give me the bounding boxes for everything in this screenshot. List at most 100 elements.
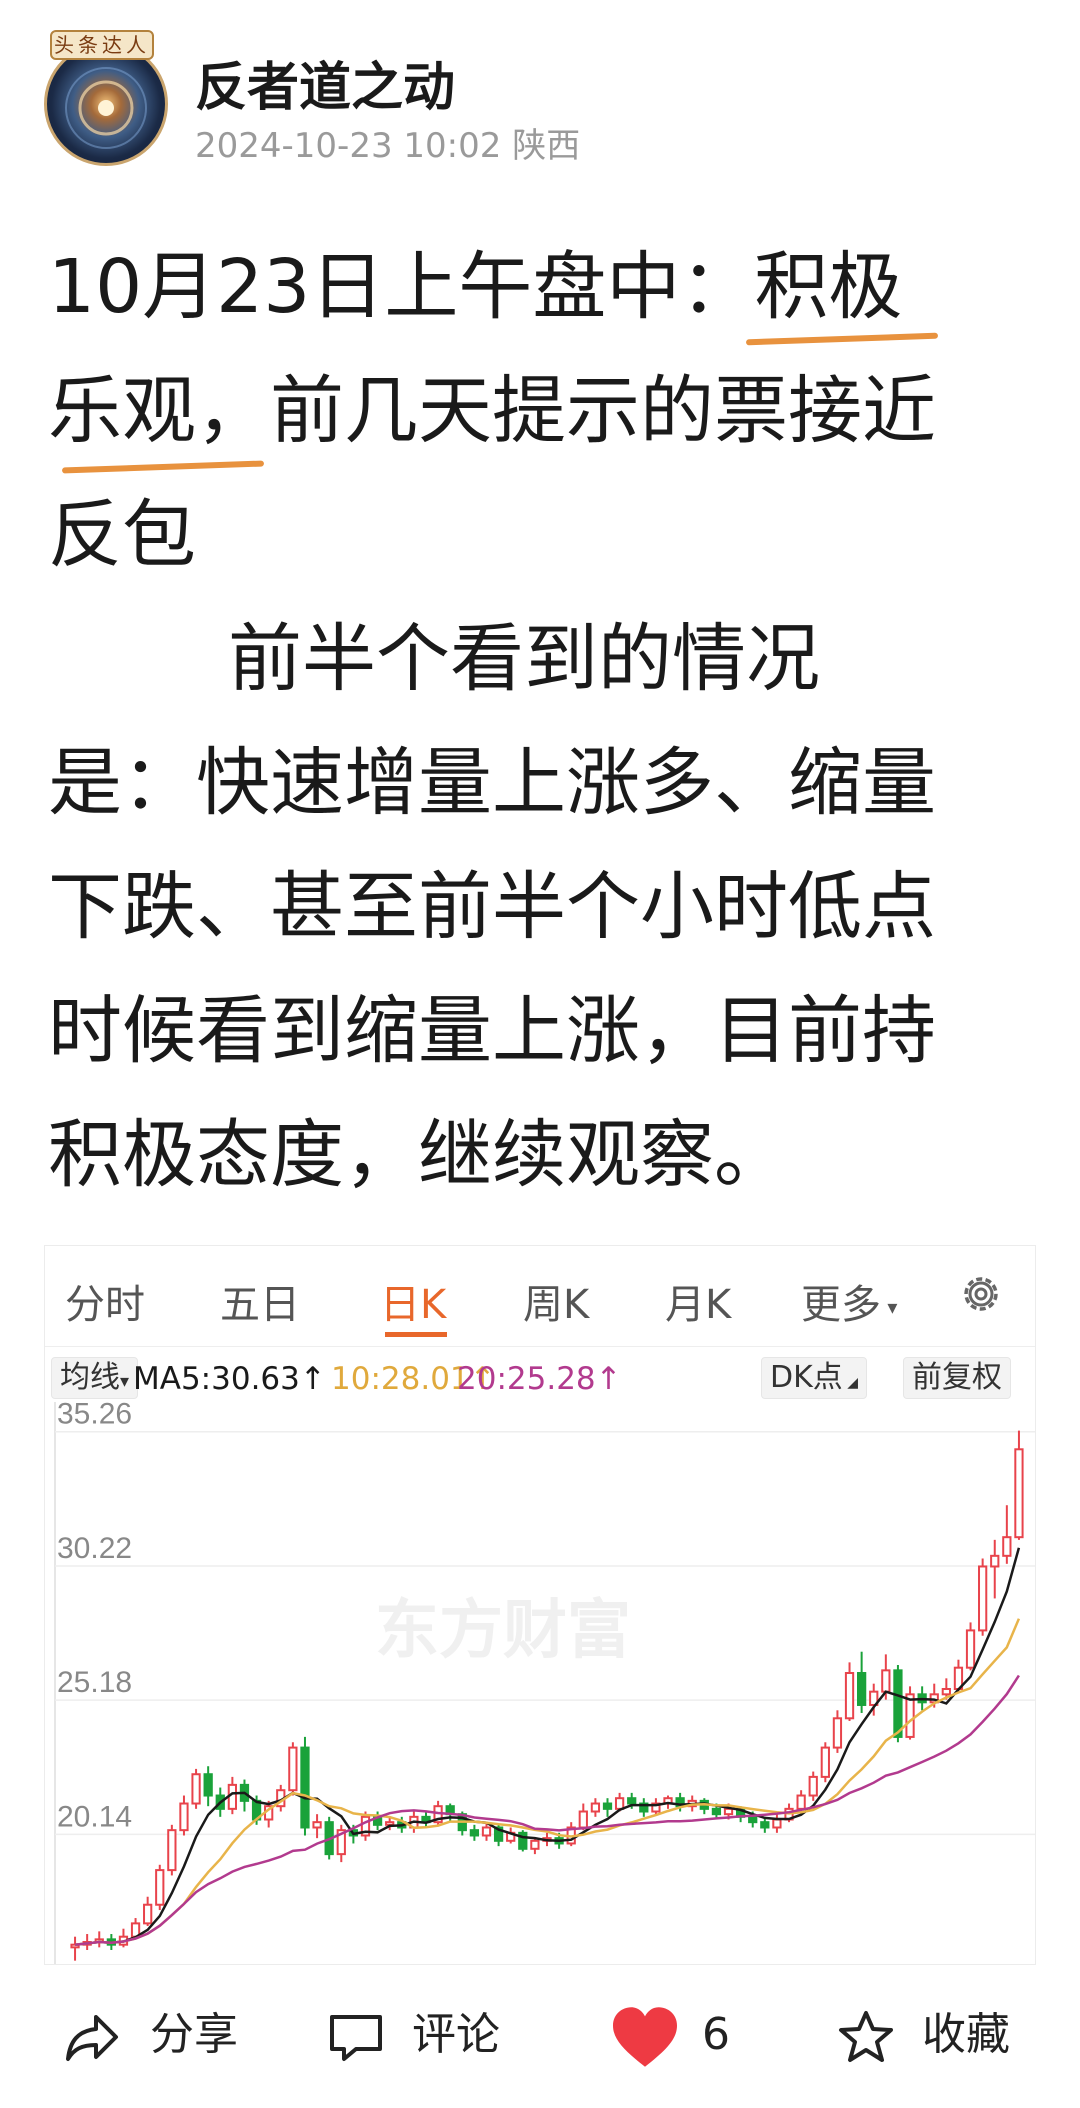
candle-body	[155, 1869, 165, 1906]
ma-selector-label: 均线	[60, 1360, 120, 1395]
author-name[interactable]: 反者道之动	[195, 45, 455, 120]
candle-body	[820, 1746, 830, 1778]
candle-body	[167, 1829, 177, 1872]
article-text: 10月23日上午盘中：	[48, 244, 755, 330]
candle-body	[312, 1821, 322, 1829]
author-badge: 头条达人	[50, 30, 154, 60]
comment-label[interactable]: 评论	[412, 1995, 500, 2075]
candle-body	[1014, 1448, 1024, 1539]
post-meta: 2024-10-23 10:02 陕西	[195, 118, 580, 167]
candle-body	[748, 1815, 758, 1824]
candle-body	[1002, 1536, 1012, 1557]
y-tick-label: 20.14	[57, 1800, 132, 1833]
stock-chart-screenshot: 分时 五日 日K 周K 月K 更多 ▾ 均线▾ MA5:30.63↑ 10:28…	[44, 1245, 1036, 1965]
candle-body	[857, 1672, 867, 1706]
candle-body	[385, 1821, 395, 1826]
candle-body	[978, 1565, 988, 1632]
candle-body	[941, 1687, 951, 1696]
candle-body	[990, 1554, 1000, 1568]
candle-body	[203, 1773, 213, 1797]
comment-icon[interactable]	[326, 2009, 386, 2065]
dropdown-caret-icon: ▾	[881, 1295, 898, 1319]
highlight-text: 乐观，	[48, 368, 270, 474]
candle-body	[772, 1818, 782, 1829]
ma20-line	[74, 1674, 1020, 1946]
article-line: 时候看到缩量上涨，目前持	[48, 988, 936, 1074]
dropdown-caret-icon: ▾	[120, 1371, 130, 1392]
dk-label: DK点	[770, 1360, 843, 1395]
tab-more[interactable]: 更多 ▾	[801, 1272, 897, 1330]
share-label[interactable]: 分享	[150, 1995, 238, 2075]
candle-body	[760, 1821, 770, 1829]
article-line: 反包	[48, 492, 196, 578]
highlight-word: 乐观，	[48, 368, 270, 454]
watermark: 东方财富	[375, 1594, 631, 1666]
corner-icon: ◢	[842, 1375, 858, 1391]
article-line: 是：快速增量上涨多、缩量	[48, 740, 936, 826]
dk-point-toggle[interactable]: DK点 ◢	[761, 1357, 867, 1399]
article-line: 前半个看到的情况	[228, 616, 820, 702]
article-line: 10月23日上午盘中：积极	[48, 225, 1038, 349]
tab-yuek[interactable]: 月K	[665, 1272, 731, 1330]
gear-icon[interactable]	[955, 1268, 1007, 1320]
candle-body	[469, 1829, 480, 1837]
y-tick-label: 35.26	[57, 1402, 132, 1431]
tab-fenshi[interactable]: 分时	[65, 1272, 145, 1330]
candle-body	[578, 1810, 588, 1829]
candle-body	[288, 1746, 298, 1792]
candle-body	[627, 1797, 637, 1805]
fuquan-toggle[interactable]: 前复权	[903, 1357, 1011, 1399]
collect-label[interactable]: 收藏	[922, 1995, 1010, 2075]
tab-more-label: 更多	[801, 1282, 881, 1328]
star-icon[interactable]	[836, 2009, 896, 2065]
article-line: 下跌、甚至前半个小时低点	[48, 864, 936, 950]
candle-body	[614, 1797, 625, 1810]
candle-body	[711, 1807, 722, 1816]
candle-body	[179, 1802, 189, 1832]
candle-body	[300, 1746, 310, 1829]
y-tick-label: 25.18	[57, 1666, 132, 1699]
candle-body	[808, 1775, 818, 1797]
y-ticks: 35.26 30.22 25.18 20.14	[57, 1398, 132, 1834]
ma-selector[interactable]: 均线▾	[51, 1357, 139, 1399]
candle-body	[881, 1669, 891, 1693]
post-location: 陕西	[512, 126, 581, 166]
candle-body	[893, 1669, 903, 1738]
like-count: 6	[702, 2009, 730, 2060]
heart-icon[interactable]	[610, 2005, 680, 2069]
candle-body	[832, 1717, 843, 1749]
candle-body	[844, 1672, 855, 1720]
highlight-underline	[746, 332, 939, 346]
candle-body	[191, 1773, 201, 1805]
tab-wuri[interactable]: 五日	[220, 1272, 300, 1330]
highlight-text: 积极	[746, 244, 939, 346]
ma-legend-bar: 均线▾ MA5:30.63↑ 10:28.01↑ 20:25.28↑ DK点 ◢…	[45, 1346, 1035, 1403]
ma5-value: MA5:30.63↑	[133, 1361, 326, 1397]
kline-svg: 东方财富 35.26 30.22 25.18 20.14	[54, 1398, 1035, 1964]
bottom-action-bar: 分享 评论 6 收藏	[0, 1965, 1080, 2108]
article-line: 乐观， 前几天提示的票接近	[48, 349, 1038, 474]
post-time: 2024-10-23 10:02	[195, 126, 502, 166]
highlight-underline	[61, 460, 265, 474]
article-line: 积极态度，继续观察。	[48, 1112, 788, 1198]
candle-body	[143, 1903, 153, 1925]
candle-body	[723, 1807, 734, 1816]
y-tick-label: 30.22	[57, 1532, 132, 1565]
candle-body	[590, 1802, 601, 1813]
active-tab-indicator	[385, 1332, 447, 1337]
ma5-text: MA5:30.63	[133, 1361, 300, 1397]
ma10-text: 10:28.01	[331, 1361, 470, 1397]
candle-body	[481, 1826, 492, 1837]
chart-tabs: 分时 五日 日K 周K 月K 更多 ▾	[45, 1246, 1035, 1346]
candle-body	[796, 1794, 806, 1810]
tab-zhouk[interactable]: 周K	[523, 1272, 589, 1330]
candle-body	[530, 1839, 540, 1850]
tab-rik[interactable]: 日K	[380, 1272, 446, 1330]
highlight-word: 积极	[754, 244, 903, 330]
article-text: 前几天提示的票接近	[270, 368, 936, 454]
candle-body	[602, 1802, 613, 1810]
ma20-value: 20:25.28↑	[457, 1361, 622, 1397]
avatar[interactable]	[44, 42, 168, 166]
share-icon[interactable]	[62, 2009, 122, 2065]
post-header: 头条达人 反者道之动 2024-10-23 10:02 陕西	[0, 0, 1080, 190]
